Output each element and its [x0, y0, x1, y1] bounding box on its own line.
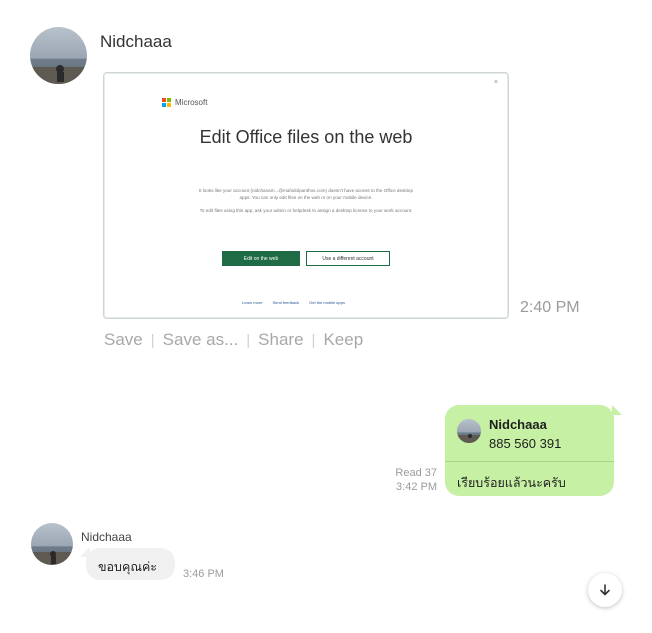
sender-name: Nidchaaa — [81, 530, 132, 544]
close-icon: × — [493, 79, 498, 86]
contact-number: 885 560 391 — [489, 436, 562, 451]
body-line-1: It looks like your account (nidchanam...… — [198, 188, 414, 193]
scroll-to-bottom-button[interactable] — [588, 573, 622, 607]
read-status: Read 37 3:42 PM — [388, 466, 437, 494]
read-count: Read 37 — [395, 467, 437, 479]
use-different-account-button: Use a different account — [306, 251, 390, 266]
footer-links: Learn more Send feedback Get the mobile … — [242, 300, 345, 305]
edit-on-web-button: Edit on the web — [222, 251, 300, 266]
screenshot-content: × Microsoft Edit Office files on the web… — [112, 79, 500, 312]
outgoing-message-bubble[interactable]: Nidchaaa 885 560 391 เรียบร้อยแล้วนะครับ — [445, 405, 614, 496]
body-line-2: apps. You can only edit files on the web… — [239, 195, 373, 200]
incoming-message-bubble[interactable]: ขอบคุณค่ะ — [86, 548, 175, 580]
body-line-3: To edit files using this app, ask your a… — [199, 208, 413, 213]
save-as-button[interactable]: Save as... — [163, 330, 239, 349]
message-time: 3:42 PM — [396, 481, 437, 493]
send-feedback-link: Send feedback — [272, 300, 300, 305]
keep-button[interactable]: Keep — [323, 330, 363, 349]
microsoft-logo: Microsoft — [162, 98, 207, 107]
save-button[interactable]: Save — [104, 330, 143, 349]
share-button[interactable]: Share — [258, 330, 303, 349]
bubble-divider — [445, 461, 614, 462]
avatar-sender[interactable] — [30, 27, 87, 84]
dialog-body: It looks like your account (nidchanam...… — [112, 187, 500, 214]
message-time: 2:40 PM — [520, 299, 580, 316]
microsoft-logo-icon — [162, 98, 171, 107]
learn-more-link: Learn more — [242, 300, 263, 305]
mobile-apps-link: Get the mobile apps — [309, 300, 345, 305]
contact-avatar — [457, 419, 481, 443]
sender-name: Nidchaaa — [100, 32, 172, 51]
image-attachment[interactable]: × Microsoft Edit Office files on the web… — [103, 72, 509, 319]
message-time: 3:46 PM — [183, 568, 224, 580]
avatar-sender[interactable] — [31, 523, 73, 565]
contact-name: Nidchaaa — [489, 417, 547, 432]
arrow-down-icon — [600, 584, 610, 596]
image-actions: Save | Save as... | Share | Keep — [104, 330, 364, 349]
message-text: ขอบคุณค่ะ — [98, 560, 158, 574]
dialog-title: Edit Office files on the web — [199, 127, 413, 147]
message-text: เรียบร้อยแล้วนะครับ — [457, 476, 566, 490]
bubble-tail — [612, 405, 622, 415]
